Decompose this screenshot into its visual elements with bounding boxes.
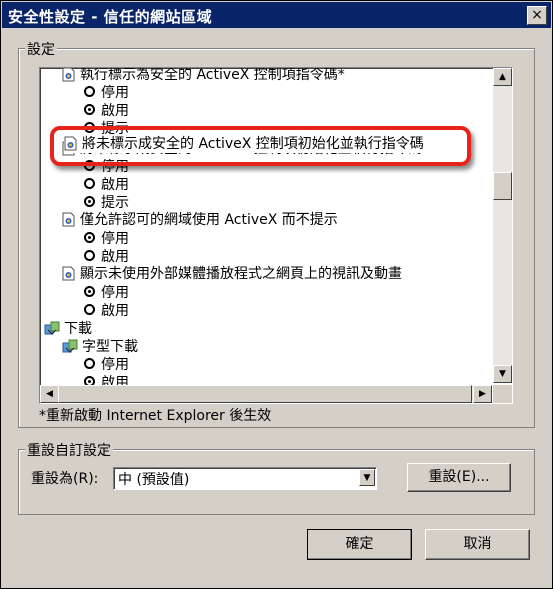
radio-button[interactable] — [84, 178, 95, 189]
radio-button[interactable] — [84, 250, 95, 261]
radio-button[interactable] — [84, 304, 95, 315]
radio-button[interactable] — [84, 232, 95, 243]
setting-item[interactable]: 僅允許認可的網域使用 ActiveX 而不提示 — [62, 211, 338, 229]
radio-button[interactable] — [84, 358, 95, 369]
radio-button[interactable] — [84, 286, 95, 297]
font-download-icon — [62, 338, 78, 354]
restart-note: *重新啟動 Internet Explorer 後生效 — [39, 408, 272, 424]
reset-level-select[interactable]: 中 (預設值) ▼ — [113, 467, 377, 490]
tree-item-label: 字型下載 — [82, 339, 138, 355]
settings-group-label: 設定 — [25, 39, 57, 59]
tree-item-label: 執行標示為安全的 ActiveX 控制項指令碼* — [80, 67, 345, 83]
tree-item-label: 僅允許認可的網域使用 ActiveX 而不提示 — [80, 212, 338, 228]
highlighted-setting-label: 將未標示成安全的 ActiveX 控制項初始化並執行指令碼 — [82, 136, 424, 152]
tree-item-label: 啟用 — [101, 303, 129, 319]
radio-option[interactable]: 啟用 — [84, 302, 129, 320]
chevron-down-icon[interactable]: ▼ — [359, 469, 375, 486]
setting-item[interactable]: 顯示未使用外部媒體播放程式之網頁上的視訊及動畫 — [62, 265, 402, 283]
scroll-down-button[interactable]: ▼ — [493, 365, 512, 383]
radio-option[interactable]: 停用 — [84, 284, 129, 302]
tree-item-label: 停用 — [101, 357, 129, 373]
cancel-button[interactable]: 取消 — [425, 529, 530, 560]
radio-option[interactable]: 啟用 — [84, 248, 129, 266]
radio-button[interactable] — [84, 196, 95, 207]
ok-button[interactable]: 確定 — [307, 529, 412, 560]
tree-item-label: 啟用 — [101, 249, 129, 265]
security-settings-dialog: 安全性設定 - 信任的網站區域 × 設定 執行標示為安全的 ActiveX 控制… — [0, 0, 553, 589]
setting-icon — [62, 68, 75, 82]
reset-to-label: 重設為(R): — [31, 471, 99, 487]
vertical-scrollbar[interactable]: ▲ ▼ — [493, 68, 512, 383]
scroll-left-button[interactable]: ◀ — [40, 385, 59, 403]
radio-option[interactable]: 停用 — [84, 356, 129, 374]
setting-icon — [62, 266, 75, 281]
radio-button[interactable] — [84, 86, 95, 97]
highlight-annotation: 將未標示成安全的 ActiveX 控制項初始化並執行指令碼 — [50, 126, 471, 166]
radio-option[interactable]: 停用 — [84, 84, 129, 102]
horizontal-scroll-thumb[interactable] — [58, 385, 472, 403]
tree-item-label: 停用 — [101, 85, 129, 101]
reset-group-label: 重設自訂設定 — [25, 440, 113, 460]
subcategory-item[interactable]: 字型下載 — [62, 338, 138, 356]
reset-level-value: 中 (預設值) — [118, 472, 190, 488]
settings-tree[interactable]: 執行標示為安全的 ActiveX 控制項指令碼*停用啟用提示將未標示成安全的 A… — [39, 67, 513, 404]
horizontal-scrollbar[interactable]: ◀ ▶ — [40, 385, 492, 403]
radio-option[interactable]: 啟用 — [84, 102, 129, 120]
radio-option[interactable]: 停用 — [84, 230, 129, 248]
window-title: 安全性設定 - 信任的網站區域 — [8, 8, 213, 26]
title-bar[interactable]: 安全性設定 - 信任的網站區域 × — [2, 2, 551, 28]
category-item[interactable]: 下載 — [44, 320, 92, 338]
setting-item[interactable]: 執行標示為安全的 ActiveX 控制項指令碼* — [62, 67, 345, 84]
scrollbar-corner — [493, 385, 512, 403]
tree-item-label: 啟用 — [101, 103, 129, 119]
tree-item-label: 提示 — [101, 195, 129, 211]
tree-item-label: 顯示未使用外部媒體播放程式之網頁上的視訊及動畫 — [80, 266, 402, 282]
setting-icon — [62, 212, 75, 227]
radio-option[interactable]: 提示 — [84, 194, 129, 212]
scroll-up-button[interactable]: ▲ — [493, 68, 512, 86]
scroll-right-button[interactable]: ▶ — [473, 385, 492, 403]
radio-option[interactable]: 啟用 — [84, 176, 129, 194]
tree-item-label: 停用 — [101, 285, 129, 301]
download-icon — [44, 320, 60, 336]
tree-item-label: 啟用 — [101, 177, 129, 193]
reset-button[interactable]: 重設(E)... — [407, 463, 511, 492]
tree-item-label: 停用 — [101, 231, 129, 247]
close-button[interactable]: × — [527, 6, 547, 25]
scroll-thumb[interactable] — [493, 172, 512, 200]
setting-icon — [64, 136, 77, 151]
radio-button[interactable] — [84, 104, 95, 115]
tree-item-label: 下載 — [64, 321, 92, 337]
